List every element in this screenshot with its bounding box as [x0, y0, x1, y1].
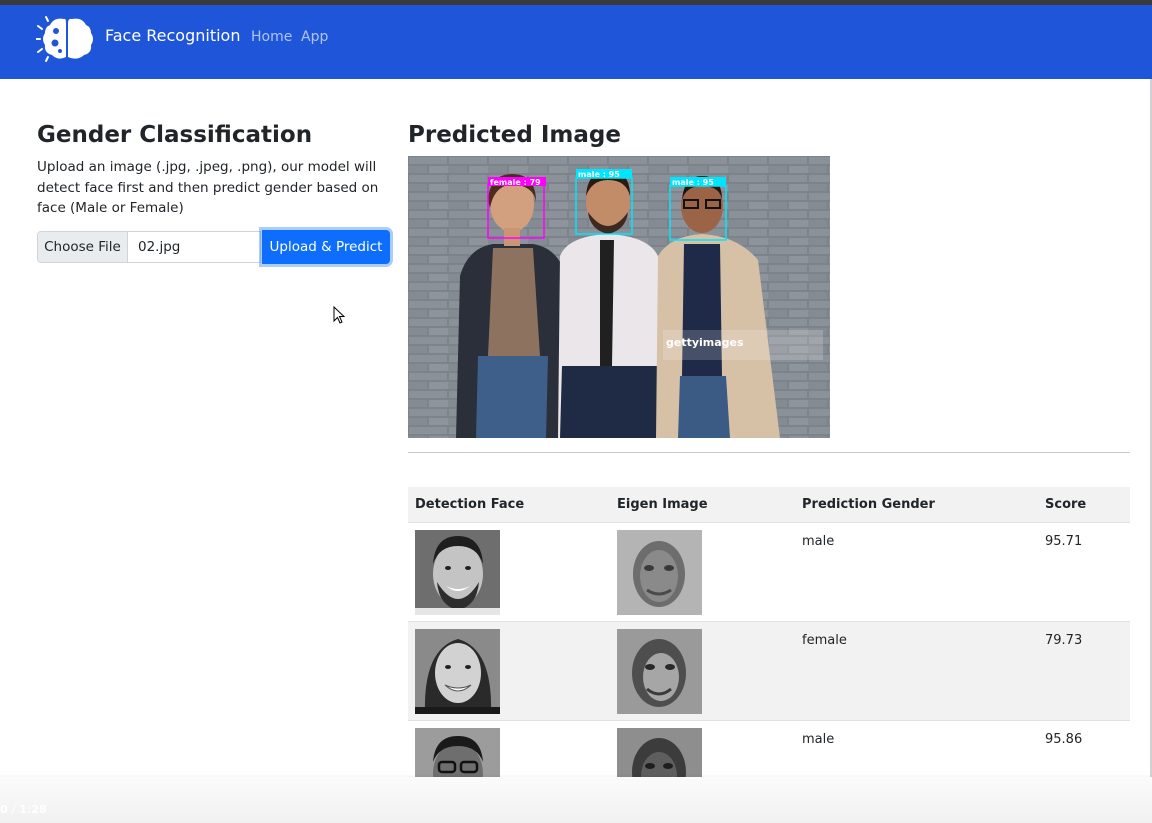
video-time: 0 / 1:28 — [0, 803, 47, 816]
nav-link-home[interactable]: Home — [251, 29, 292, 45]
detection-label-1: female : 79 — [490, 178, 541, 187]
eigen-image — [617, 628, 702, 714]
mouse-pointer-icon — [333, 305, 346, 324]
brain-icon[interactable] — [35, 13, 94, 63]
results-table: Detection Face Eigen Image Prediction Ge… — [408, 487, 1130, 820]
header-eigen-image: Eigen Image — [610, 487, 795, 523]
table-row: female 79.73 — [408, 621, 1130, 721]
table-row: male 95.71 — [408, 522, 1130, 622]
eigen-image-cell — [610, 621, 795, 721]
gender-cell: female — [795, 621, 1038, 721]
detection-label-2: male : 95 — [578, 170, 620, 179]
upload-description: Upload an image (.jpg, .jpeg, .png), our… — [37, 159, 379, 216]
header-score: Score — [1038, 487, 1130, 523]
nav-link-app[interactable]: App — [301, 29, 328, 45]
gender-classification-title: Gender Classification — [37, 122, 313, 148]
predicted-image: female : 79 male : 95 male : 95 gettyima… — [408, 156, 830, 438]
selected-file-name: 02.jpg — [138, 239, 181, 255]
watermark-text: gettyimages — [666, 336, 744, 349]
eigen-image-cell — [610, 522, 795, 622]
upload-predict-button[interactable]: Upload & Predict — [262, 230, 390, 264]
score-cell: 79.73 — [1038, 621, 1130, 721]
navbar: Face Recognition Home App — [0, 5, 1152, 79]
header-prediction-gender: Prediction Gender — [795, 487, 1038, 523]
gender-cell: male — [795, 522, 1038, 622]
detection-label-3: male : 95 — [672, 178, 714, 187]
detection-face-cell — [408, 522, 610, 622]
divider — [408, 452, 1130, 453]
brand-title[interactable]: Face Recognition — [105, 26, 240, 45]
file-input[interactable]: Choose File 02.jpg — [37, 231, 261, 263]
choose-file-button[interactable]: Choose File — [38, 232, 128, 262]
score-cell: 95.71 — [1038, 522, 1130, 622]
video-control-bar[interactable] — [0, 777, 1152, 823]
detection-face-image — [415, 628, 500, 714]
table-header-row: Detection Face Eigen Image Prediction Ge… — [408, 487, 1130, 523]
detection-face-cell — [408, 621, 610, 721]
detection-face-image — [415, 529, 500, 615]
header-detection-face: Detection Face — [408, 487, 610, 523]
predicted-image-title: Predicted Image — [408, 122, 621, 148]
eigen-image — [617, 529, 702, 615]
